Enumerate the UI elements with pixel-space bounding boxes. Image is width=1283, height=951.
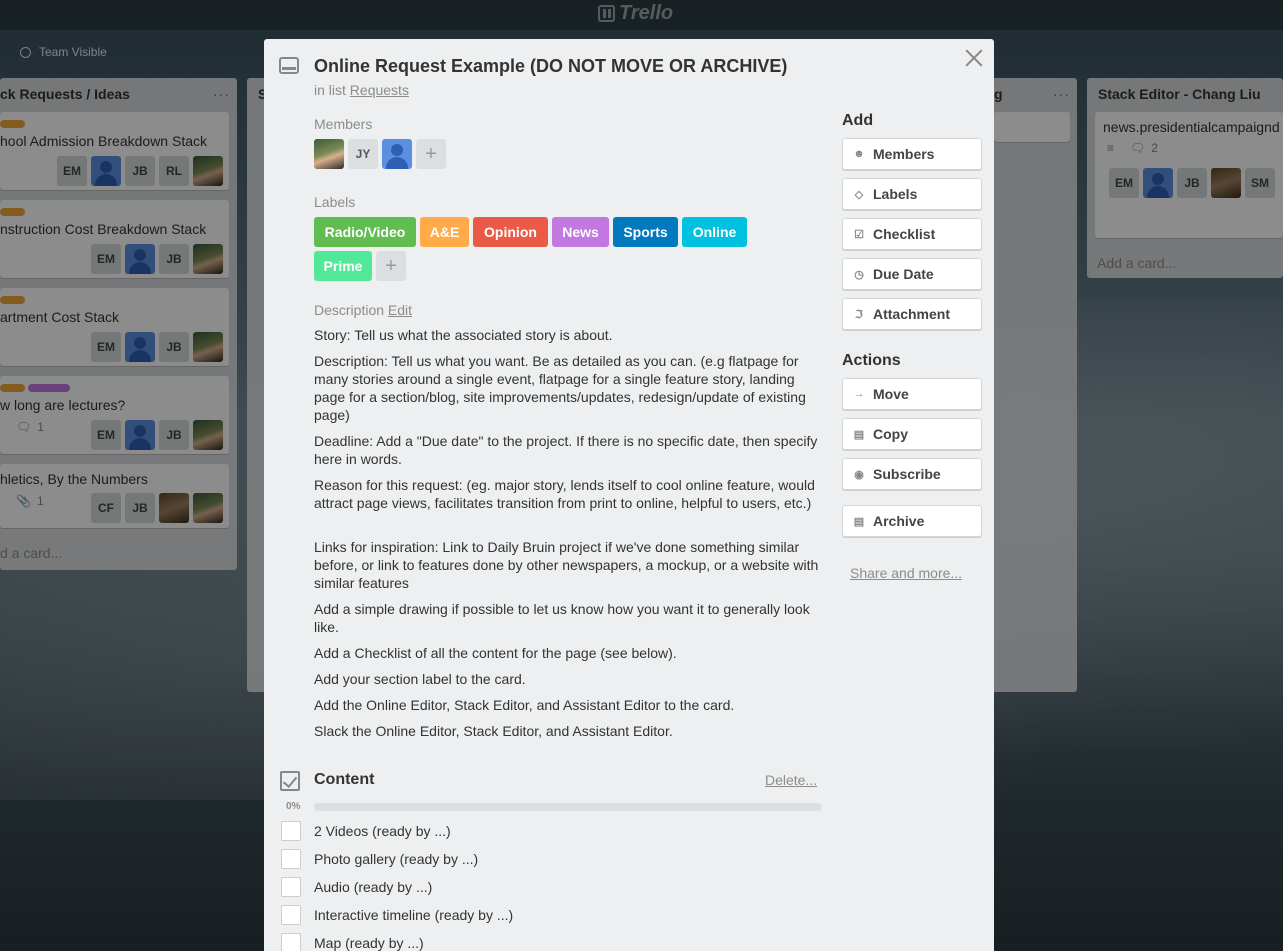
checklist-item-text[interactable]: Photo gallery (ready by ...) <box>314 851 478 867</box>
button-label: Subscribe <box>873 466 941 482</box>
description-paragraph: Add your section label to the card. <box>314 671 526 687</box>
button-label: Labels <box>873 186 918 202</box>
button-label: Due Date <box>873 266 934 282</box>
list-name-link[interactable]: Requests <box>350 82 409 98</box>
label-sports[interactable]: Sports <box>613 217 678 247</box>
card-title-heading[interactable]: Online Request Example (DO NOT MOVE OR A… <box>314 56 787 77</box>
checklist-item-checkbox[interactable] <box>281 821 301 841</box>
eye-icon: ◉ <box>854 468 864 481</box>
checklist-button[interactable]: ☑ Checklist <box>842 218 982 250</box>
description-paragraph: Description: Tell us what you want. Be a… <box>314 353 806 423</box>
checklist-item-checkbox[interactable] <box>281 849 301 869</box>
subscribe-button[interactable]: ◉ Subscribe <box>842 458 982 490</box>
labels-label: Labels <box>314 194 356 210</box>
attachment-button[interactable]: ℑ Attachment <box>842 298 982 330</box>
card-icon <box>279 57 299 74</box>
in-list-prefix: in list <box>314 82 346 98</box>
description-heading: Description Edit <box>314 302 412 318</box>
checklist-item-checkbox[interactable] <box>281 877 301 897</box>
actions-heading: Actions <box>842 352 901 369</box>
checklist-progress-bar <box>314 803 822 811</box>
label-news[interactable]: News <box>552 217 609 247</box>
checklist-item-checkbox[interactable] <box>281 905 301 925</box>
description-paragraph: Reason for this request: (eg. major stor… <box>314 477 815 511</box>
copy-button[interactable]: ▤ Copy <box>842 418 982 450</box>
member-avatar-initials[interactable]: JY <box>348 139 378 169</box>
label-prime[interactable]: Prime <box>314 251 372 281</box>
delete-checklist-link[interactable]: Delete... <box>765 772 817 788</box>
description-paragraph: Slack the Online Editor, Stack Editor, a… <box>314 723 673 739</box>
button-label: Copy <box>873 426 908 442</box>
archive-button[interactable]: ▤ Archive <box>842 505 982 537</box>
due-date-button[interactable]: ◷ Due Date <box>842 258 982 290</box>
button-label: Members <box>873 146 935 162</box>
tag-icon: ◇ <box>854 188 864 201</box>
checklist-icon <box>280 771 300 791</box>
add-label-button[interactable]: + <box>376 251 406 281</box>
button-label: Attachment <box>873 306 951 322</box>
label-online[interactable]: Online <box>682 217 747 247</box>
description-label: Description <box>314 302 385 318</box>
description-paragraph: Deadline: Add a "Due date" to the projec… <box>314 433 818 467</box>
description-paragraph: Story: Tell us what the associated story… <box>314 327 613 343</box>
archive-icon: ▤ <box>853 515 865 528</box>
label-ae[interactable]: A&E <box>420 217 469 247</box>
close-icon[interactable] <box>963 47 985 69</box>
labels-button[interactable]: ◇ Labels <box>842 178 982 210</box>
description-paragraph: Add a Checklist of all the content for t… <box>314 645 677 661</box>
members-label: Members <box>314 116 373 132</box>
button-label: Checklist <box>873 226 936 242</box>
description-paragraph: Links for inspiration: Link to Daily Bru… <box>314 539 819 591</box>
description-paragraph: Add the Online Editor, Stack Editor, and… <box>314 697 735 713</box>
edit-description-link[interactable]: Edit <box>388 302 412 318</box>
in-list-text: in list Requests <box>314 82 409 98</box>
label-radio-video[interactable]: Radio/Video <box>314 217 416 247</box>
checklist-progress-percent: 0% <box>286 801 301 812</box>
checklist-title[interactable]: Content <box>314 771 374 789</box>
checklist-item-text[interactable]: Map (ready by ...) <box>314 935 424 951</box>
members-button[interactable]: ☻ Members <box>842 138 982 170</box>
add-member-button[interactable]: + <box>416 139 446 169</box>
copy-icon: ▤ <box>853 428 865 441</box>
arrow-right-icon: → <box>853 388 865 400</box>
checklist-item-text[interactable]: 2 Videos (ready by ...) <box>314 823 451 839</box>
add-heading: Add <box>842 112 874 129</box>
button-label: Move <box>873 386 909 402</box>
button-label: Archive <box>873 513 925 529</box>
description-paragraph: Add a simple drawing if possible to let … <box>314 601 810 635</box>
paperclip-icon: ℑ <box>855 308 863 321</box>
checkbox-icon: ☑ <box>854 228 864 241</box>
move-button[interactable]: → Move <box>842 378 982 410</box>
member-avatar-default[interactable] <box>382 139 412 169</box>
checklist-item-text[interactable]: Audio (ready by ...) <box>314 879 432 895</box>
member-avatar-photo[interactable] <box>314 139 344 169</box>
checklist-item-checkbox[interactable] <box>281 933 301 951</box>
clock-icon: ◷ <box>854 268 864 281</box>
label-opinion[interactable]: Opinion <box>473 217 548 247</box>
share-and-more-link[interactable]: Share and more... <box>850 565 962 581</box>
person-icon: ☻ <box>853 148 865 160</box>
checklist-item-text[interactable]: Interactive timeline (ready by ...) <box>314 907 513 923</box>
